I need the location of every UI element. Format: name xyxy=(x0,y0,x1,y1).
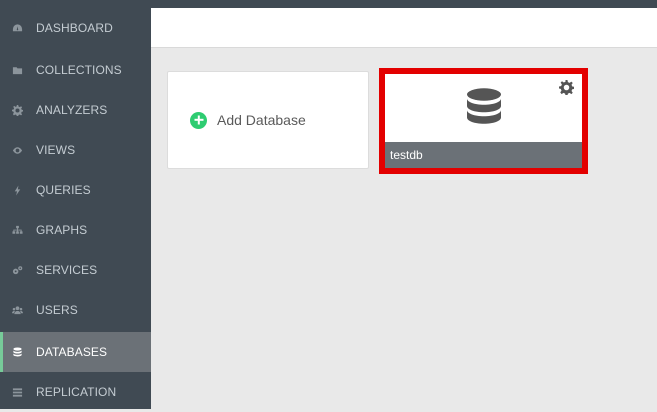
sidebar: DASHBOARD COLLECTIONS ANALYZERS VIEWS QU… xyxy=(0,8,151,409)
sidebar-item-label: DATABASES xyxy=(36,345,108,359)
dashboard-icon xyxy=(11,22,23,34)
sidebar-item-views[interactable]: VIEWS xyxy=(0,130,151,170)
sidebar-item-dashboard[interactable]: DASHBOARD xyxy=(0,8,151,48)
bolt-icon xyxy=(11,184,23,196)
sidebar-item-label: COLLECTIONS xyxy=(36,63,122,77)
page-header xyxy=(151,8,657,48)
folder-icon xyxy=(11,64,23,76)
top-bar xyxy=(0,0,657,8)
sidebar-item-label: REPLICATION xyxy=(36,385,117,399)
sidebar-item-label: SERVICES xyxy=(36,263,98,277)
sidebar-item-services[interactable]: SERVICES xyxy=(0,250,151,290)
database-icon xyxy=(467,88,501,124)
sidebar-item-queries[interactable]: QUERIES xyxy=(0,170,151,210)
gear-icon xyxy=(11,104,23,116)
sidebar-item-collections[interactable]: COLLECTIONS xyxy=(0,50,151,90)
database-name: testdb xyxy=(385,142,582,168)
replication-icon xyxy=(11,386,23,398)
database-card[interactable]: testdb xyxy=(385,74,582,168)
sidebar-item-databases[interactable]: DATABASES xyxy=(0,332,151,372)
database-card-highlight: testdb xyxy=(379,68,588,174)
sidebar-item-replication[interactable]: REPLICATION xyxy=(0,372,151,412)
eye-icon xyxy=(11,144,23,156)
sidebar-item-label: QUERIES xyxy=(36,183,91,197)
plus-circle-icon xyxy=(190,111,207,129)
sidebar-item-users[interactable]: USERS xyxy=(0,290,151,330)
sidebar-item-label: USERS xyxy=(36,303,78,317)
sidebar-item-analyzers[interactable]: ANALYZERS xyxy=(0,90,151,130)
sidebar-item-label: VIEWS xyxy=(36,143,76,157)
sidebar-item-label: GRAPHS xyxy=(36,223,88,237)
database-icon xyxy=(11,346,23,358)
sidebar-item-label: DASHBOARD xyxy=(36,21,113,35)
cogs-icon xyxy=(11,264,23,276)
sidebar-item-graphs[interactable]: GRAPHS xyxy=(0,210,151,250)
add-database-label: Add Database xyxy=(217,112,306,128)
users-icon xyxy=(11,304,23,316)
sidebar-item-label: ANALYZERS xyxy=(36,103,108,117)
add-database-button[interactable]: Add Database xyxy=(167,71,369,169)
gear-icon[interactable] xyxy=(559,80,574,95)
sitemap-icon xyxy=(11,224,23,236)
